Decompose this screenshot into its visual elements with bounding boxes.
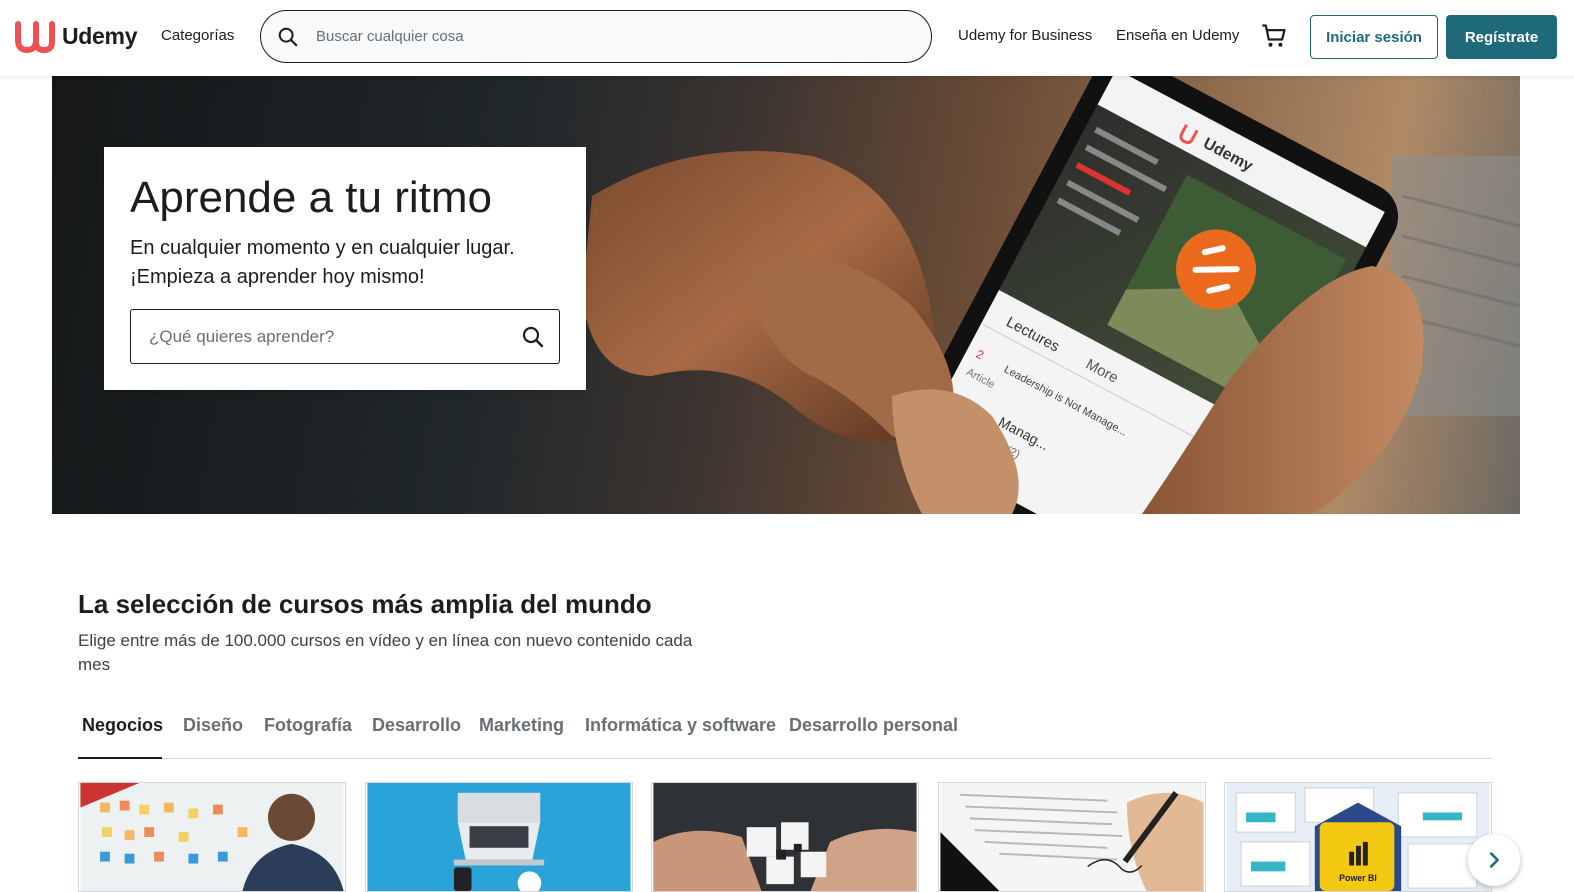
tab-negocios[interactable]: Negocios xyxy=(82,715,163,736)
hero-card: Aprende a tu ritmo En cualquier momento … xyxy=(104,147,586,390)
tab-desarrollo-personal[interactable]: Desarrollo personal xyxy=(789,715,958,736)
hero-title: Aprende a tu ritmo xyxy=(130,173,492,222)
section-subtitle: Elige entre más de 100.000 cursos en víd… xyxy=(78,631,693,674)
active-tab-indicator xyxy=(78,757,162,759)
udemy-business-link[interactable]: Udemy for Business xyxy=(958,27,1092,44)
course-thumbnail-whiteboard xyxy=(80,783,344,891)
course-thumbnail-laptop xyxy=(367,783,631,891)
hero-search-box[interactable] xyxy=(130,309,560,364)
search-icon[interactable] xyxy=(521,325,545,349)
course-thumbnail-powerbi: Power BI xyxy=(1226,783,1490,891)
header-search-input[interactable] xyxy=(316,28,876,45)
hero-banner: Udemy Lectures More Leadership is Not Ma… xyxy=(52,76,1520,514)
course-card-2[interactable] xyxy=(365,782,633,892)
course-thumbnail-puzzle xyxy=(653,783,917,891)
hero-subtitle-line1: En cualquier momento y en cualquier luga… xyxy=(130,237,515,259)
tab-diseno[interactable]: Diseño xyxy=(183,715,243,736)
carousel-next-button[interactable] xyxy=(1468,834,1520,886)
hero-subtitle: En cualquier momento y en cualquier luga… xyxy=(130,234,560,292)
login-button[interactable]: Iniciar sesión xyxy=(1310,15,1438,59)
section-title: La selección de cursos más amplia del mu… xyxy=(78,589,652,619)
hero-subtitle-line2: ¡Empieza a aprender hoy mismo! xyxy=(130,266,425,288)
udemy-logo[interactable]: Udemy xyxy=(14,18,138,54)
categories-menu[interactable]: Categorías xyxy=(161,27,234,44)
powerbi-badge-text: Power BI xyxy=(1339,873,1377,883)
teach-on-udemy-link[interactable]: Enseña en Udemy xyxy=(1116,27,1239,44)
tab-informatica-software[interactable]: Informática y software xyxy=(585,715,776,736)
tab-desarrollo[interactable]: Desarrollo xyxy=(372,715,461,736)
udemy-logo-icon xyxy=(15,21,55,54)
course-card-3[interactable] xyxy=(651,782,919,892)
tab-marketing[interactable]: Marketing xyxy=(479,715,564,736)
course-card-4[interactable] xyxy=(938,782,1206,892)
header-search-bar[interactable] xyxy=(260,10,932,63)
course-card-5[interactable]: Power BI xyxy=(1224,782,1492,892)
course-thumbnail-signing xyxy=(940,783,1204,891)
search-icon[interactable] xyxy=(277,26,299,48)
cart-icon[interactable] xyxy=(1260,22,1288,50)
category-tabs: Negocios Diseño Fotografía Desarrollo Ma… xyxy=(78,710,1493,759)
course-card-1[interactable] xyxy=(78,782,346,892)
chevron-right-icon xyxy=(1489,852,1499,868)
top-header: Udemy Categorías Udemy for Business Ense… xyxy=(0,0,1574,76)
tab-fotografia[interactable]: Fotografía xyxy=(264,715,352,736)
signup-button[interactable]: Regístrate xyxy=(1446,15,1557,59)
brand-name: Udemy xyxy=(62,22,138,49)
hero-search-input[interactable] xyxy=(149,326,489,347)
